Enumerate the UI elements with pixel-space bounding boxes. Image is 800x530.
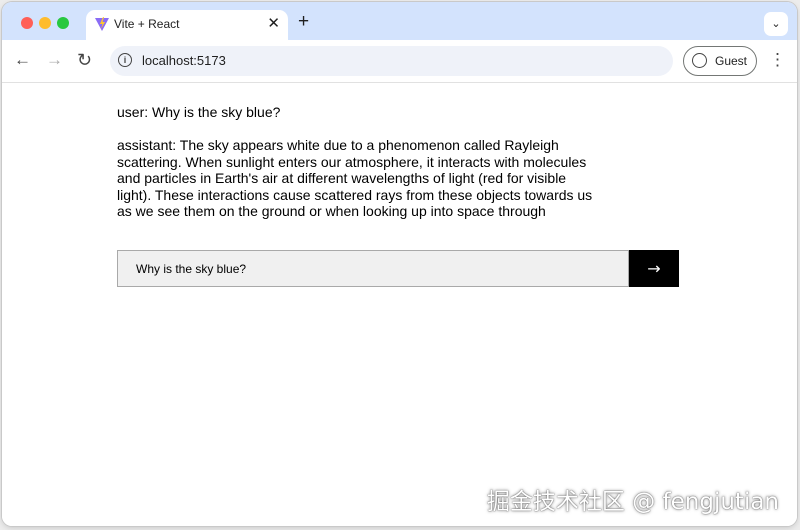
assistant-message: assistant: The sky appears white due to … — [117, 137, 593, 219]
browser-window: Vite + React ✕ + ⌄ ← → ↻ i localhost:517… — [2, 2, 797, 526]
chat-input[interactable] — [117, 250, 629, 287]
send-button[interactable]: → — [629, 250, 679, 287]
user-message: user: Why is the sky blue? — [117, 104, 281, 120]
tab-strip: Vite + React ✕ + ⌄ — [2, 2, 797, 40]
browser-menu-button[interactable]: ⋮ — [769, 50, 786, 70]
profile-button[interactable]: Guest — [683, 46, 757, 76]
profile-label: Guest — [715, 54, 748, 68]
back-button[interactable]: ← — [14, 49, 31, 71]
forward-button[interactable]: → — [46, 49, 63, 71]
tab-search-button[interactable]: ⌄ — [764, 12, 788, 36]
vite-logo-icon — [94, 16, 110, 32]
window-maximize-button[interactable] — [57, 17, 69, 29]
watermark: 掘金技术社区 @ fengjutian — [486, 489, 779, 515]
reload-button[interactable]: ↻ — [77, 49, 92, 71]
tab-title: Vite + React — [114, 17, 180, 31]
browser-toolbar: ← → ↻ i localhost:5173 Guest ⋮ — [2, 40, 797, 83]
address-url[interactable]: localhost:5173 — [142, 53, 226, 68]
profile-icon — [692, 53, 707, 68]
tab-close-icon[interactable]: ✕ — [267, 15, 280, 33]
window-close-button[interactable] — [21, 17, 33, 29]
window-minimize-button[interactable] — [39, 17, 51, 29]
page-viewport: user: Why is the sky blue? assistant: Th… — [2, 83, 797, 526]
address-bar[interactable]: i localhost:5173 — [110, 46, 673, 76]
tab-vite-react[interactable]: Vite + React ✕ — [86, 10, 288, 40]
new-tab-button[interactable]: + — [298, 11, 309, 33]
site-info-icon[interactable]: i — [118, 53, 132, 67]
